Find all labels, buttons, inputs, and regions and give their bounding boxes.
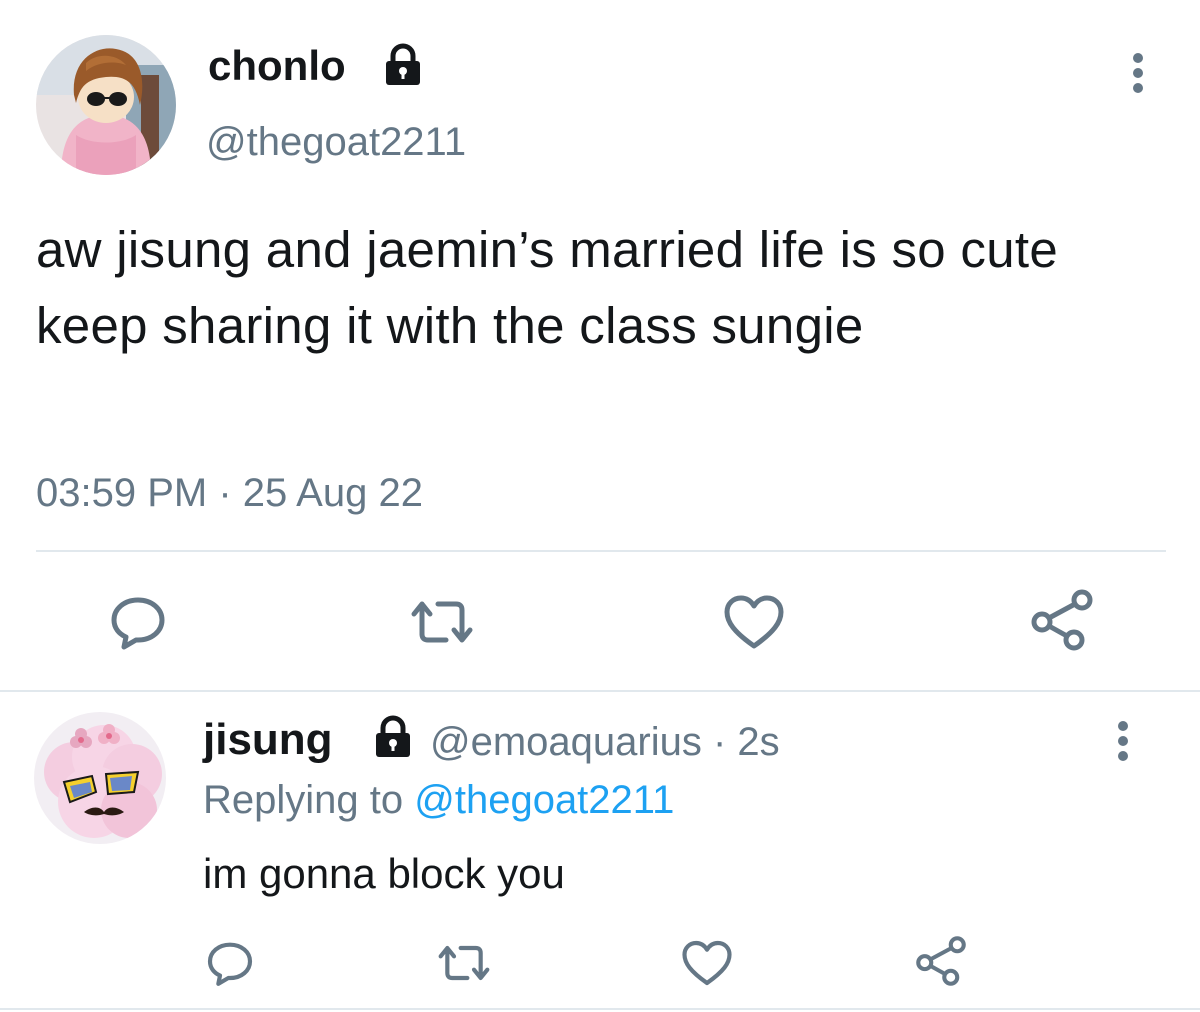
lock-icon: [370, 714, 416, 760]
divider: [36, 550, 1166, 552]
tweet-timestamp[interactable]: 03:59 PM · 25 Aug 22: [36, 467, 423, 519]
user-handle[interactable]: @thegoat2211: [206, 116, 466, 168]
replying-to: Replying to @thegoat2211: [203, 772, 674, 828]
replying-to-label: Replying to: [203, 778, 415, 822]
more-options-icon[interactable]: [1105, 718, 1141, 764]
divider: [0, 1008, 1200, 1010]
share-icon[interactable]: [1030, 588, 1094, 652]
reply-icon[interactable]: [205, 938, 255, 988]
mention-link[interactable]: @thegoat2211: [414, 778, 674, 822]
tweet-text: im gonna block you: [203, 850, 565, 897]
lock-icon: [380, 42, 426, 88]
divider: [0, 690, 1200, 692]
avatar[interactable]: [36, 35, 176, 175]
more-options-icon[interactable]: [1120, 50, 1156, 96]
share-icon[interactable]: [915, 934, 967, 988]
user-handle[interactable]: @emoaquarius · 2s: [430, 714, 780, 770]
tweet-text: aw jisung and jaemin’s married life is s…: [36, 221, 1058, 354]
retweet-icon[interactable]: [435, 938, 493, 988]
reply-icon[interactable]: [108, 592, 168, 652]
retweet-icon[interactable]: [408, 592, 476, 652]
avatar[interactable]: [34, 712, 166, 844]
display-name[interactable]: jisung: [203, 712, 333, 768]
like-icon[interactable]: [722, 592, 786, 652]
like-icon[interactable]: [680, 938, 734, 988]
display-name[interactable]: chonlo: [208, 40, 346, 92]
